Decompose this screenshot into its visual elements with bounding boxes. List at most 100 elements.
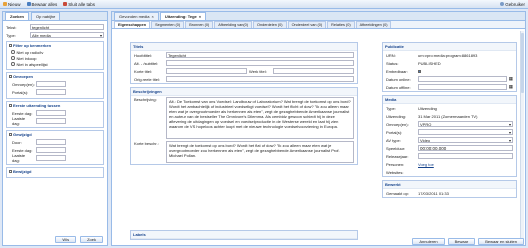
tab-segmenten[interactable]: Segmenten (0) (151, 21, 185, 28)
hoofdtitel-value: Tegenlicht (168, 53, 187, 58)
tab-found-media[interactable]: Gevonden media × (114, 12, 159, 20)
uitzending-fieldset: Eerste uitzending tussen Eerste dag: Laa… (6, 101, 104, 128)
tab-onderdeel-van[interactable]: Onderdeel van (0) (287, 21, 327, 28)
chevron-down-icon: ▾ (508, 137, 511, 143)
chevron-down-icon: ▾ (508, 121, 511, 127)
werk-titel-label: Werk titel: (249, 68, 267, 74)
korte-beschrijving-textarea[interactable]: Wat brengt de toekomst op ons bord? Word… (166, 141, 354, 163)
scrollbar-thumb[interactable] (521, 33, 524, 93)
uitzending-header[interactable]: Eerste uitzending tussen (9, 103, 101, 108)
changed-last-input[interactable] (36, 155, 66, 161)
subtitel-label: Alt. - /subtitel: (134, 60, 159, 66)
form-buttons: Annuleren Bewaar Bewaar en sluiten (412, 238, 524, 245)
search-button[interactable]: Zoek (80, 236, 103, 243)
tab-onderdelen[interactable]: Onderdelen (0) (253, 21, 287, 28)
portal-select[interactable] (36, 89, 66, 95)
hoofdtitel-label: Hoofdtitel: (134, 52, 153, 58)
bewijzigd-fieldset: Bewijzigd (6, 167, 104, 178)
beschrijving-textarea[interactable]: Alt.: De Toekomst van ons Voedsel: Landb… (166, 97, 354, 139)
save-all-label: Bewaar alles (31, 1, 58, 7)
orig-titel-input[interactable] (166, 76, 354, 82)
speelduur-input[interactable]: 00:00:00.000 (418, 145, 513, 151)
scrollbar[interactable] (520, 31, 524, 245)
filter-option-label: Niet in afspeellijst (16, 61, 48, 67)
gemaakt-value: 17/03/2011 01:33 (418, 190, 449, 196)
calendar-icon[interactable]: ▦ (509, 76, 513, 82)
beschrijvingen-header: Beschrijvingen (131, 88, 357, 96)
online-label: Datum online: (386, 76, 411, 82)
changed-first-input[interactable] (36, 147, 66, 153)
filter-option-playlist[interactable]: Niet in afspeellijst (9, 61, 101, 67)
close-all-tabs-button[interactable]: Sluit alle tabs (63, 2, 95, 7)
av-type-select[interactable]: Video ▾ (418, 137, 513, 143)
save-button[interactable]: Bewaar (447, 238, 476, 245)
bewijzigd-title: Bewijzigd (13, 169, 32, 174)
speelduur-label: Speelduur: (386, 145, 406, 151)
online-input[interactable] (418, 76, 507, 82)
hoofdtitel-input[interactable]: Tegenlicht (166, 52, 354, 58)
beschrijving-value: De Toekomst van ons Voedsel: Landbouw of… (169, 99, 351, 129)
speelduur-value: 00:00:00.000 (420, 146, 447, 151)
user-button[interactable]: Gebruiker (500, 2, 525, 7)
embed-checkbox[interactable] (418, 69, 421, 73)
korte-beschrijving-label: Korte beschr.: (134, 141, 159, 146)
clear-button[interactable]: Wis (55, 236, 77, 243)
cancel-button[interactable]: Annuleren (412, 238, 445, 245)
tab-label: Uitzending: Tege (164, 14, 197, 19)
orig-titel-label: Orig.reele titel: (134, 76, 161, 82)
tab-op-nabijheid[interactable]: Op nabijhe (31, 12, 61, 20)
gewijzigd-title: Gewijzigd (13, 132, 32, 137)
publicatie-header: Publicatie (383, 43, 516, 51)
media-header: Media (383, 96, 516, 104)
add-person-link[interactable]: Voeg toe (418, 162, 434, 167)
gewijzigd-fieldset: Gewijzigd Door: Eerste dag: Laatste dag: (6, 130, 104, 165)
offline-input[interactable] (418, 84, 507, 90)
save-close-button[interactable]: Bewaar en sluiten (478, 238, 524, 245)
close-icon[interactable]: × (199, 14, 201, 19)
chevron-down-icon: ▾ (99, 32, 102, 38)
tab-afbeelding-van[interactable]: Afbeelding van(0) (214, 21, 253, 28)
releasejaar-input[interactable] (418, 153, 513, 159)
text-input[interactable]: tegenlicht (30, 24, 104, 30)
werk-titel-input[interactable] (273, 68, 354, 74)
new-button[interactable]: Nieuw (3, 2, 21, 7)
filter-option-label: Niet op radio/tv (16, 49, 44, 55)
status-label: Status: (386, 60, 399, 66)
close-tabs-icon (63, 2, 68, 6)
last-day-input[interactable] (36, 118, 66, 124)
omroep-select[interactable] (36, 81, 66, 87)
bewijzigd-header[interactable]: Bewijzigd (9, 169, 101, 174)
subtitel-input[interactable] (166, 60, 354, 66)
omroepen-header[interactable]: Omroepen (9, 74, 101, 79)
tab-uitzending[interactable]: Uitzending: Tege × (159, 12, 207, 20)
tab-zoeken[interactable]: Zoeken (5, 12, 30, 20)
first-day-input[interactable] (36, 110, 66, 116)
filter-fieldset: Filter op kenmerken Niet op radio/tv Nie… (6, 41, 104, 70)
type-select[interactable]: Alle media ▾ (30, 32, 104, 38)
save-all-button[interactable]: Bewaar alles (26, 1, 58, 7)
titels-header: Titels (131, 43, 357, 51)
korte-titel-input[interactable] (166, 68, 247, 74)
text-value: tegenlicht (32, 24, 50, 30)
chevron-down-icon: ▾ (508, 129, 511, 135)
tab-afbeeldingen[interactable]: Afbeeldingen (0) (355, 21, 392, 28)
tab-eigenschappen[interactable]: Eigenschappen (114, 21, 151, 28)
first-day-label: Eerste dag: (12, 110, 33, 116)
text-label: Tekst: (6, 24, 17, 30)
filter-header[interactable]: Filter op kenmerken (9, 43, 101, 48)
last-day-label: Laatste dag: (12, 116, 26, 126)
media-omroep-select[interactable]: VPRO ▾ (418, 121, 513, 127)
calendar-icon[interactable]: ▦ (509, 84, 513, 90)
embed-label: Embedbaar: (386, 68, 408, 74)
gewijzigd-header[interactable]: Gewijzigd (9, 132, 101, 137)
tab-bronnen[interactable]: Bronnen (0) (185, 21, 214, 28)
door-input[interactable] (36, 139, 66, 145)
media-portal-label: Portal(s): (386, 129, 403, 135)
media-omroep-label: Omroep(en): (386, 121, 409, 127)
tab-relaties[interactable]: Relaties (0) (327, 21, 355, 28)
close-icon[interactable]: × (151, 14, 153, 19)
gemaakt-label: Gemaakt op: (386, 190, 409, 196)
close-tabs-label: Sluit alle tabs (68, 1, 96, 7)
korte-beschrijving-value: Wat brengt de toekomst op ons bord? Word… (169, 143, 340, 158)
media-portal-select[interactable]: ▾ (418, 129, 513, 135)
